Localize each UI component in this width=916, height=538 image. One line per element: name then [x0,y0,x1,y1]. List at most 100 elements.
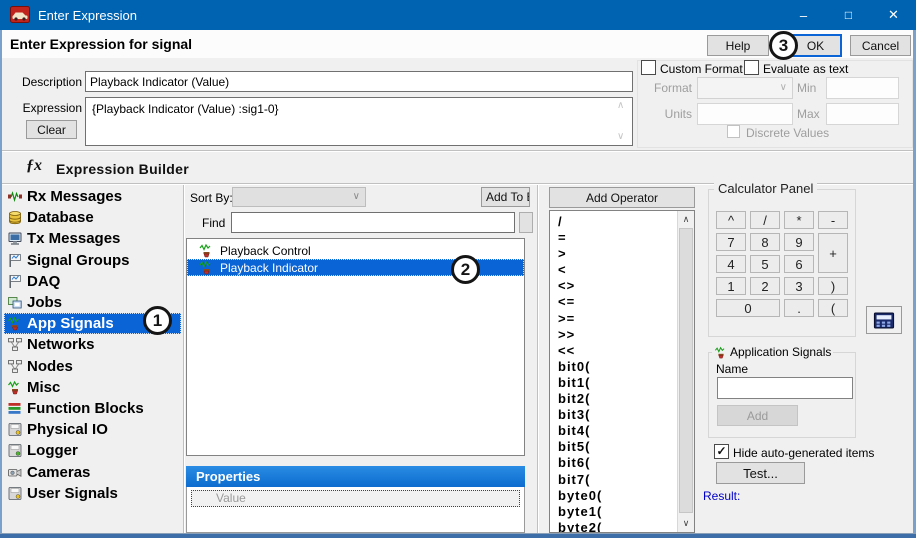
calc-key-0[interactable]: 0 [716,299,780,317]
scroll-down-icon[interactable]: ∨ [617,131,624,142]
sidebar-item-rx-messages[interactable]: Rx Messages [4,186,181,207]
calc-key-3[interactable]: 3 [784,277,814,295]
operator-item[interactable]: bit5( [558,439,677,455]
operator-item[interactable]: bit7( [558,472,677,488]
cancel-button[interactable]: Cancel [850,35,911,56]
sidebar-item-app-signals[interactable]: App Signals [4,313,181,334]
operator-item[interactable]: / [558,214,677,230]
operator-item[interactable]: bit4( [558,423,677,439]
calc-key-4[interactable]: 4 [716,255,746,273]
calc-key-close-paren[interactable]: ) [818,277,848,295]
sidebar-item-label: App Signals [27,315,114,332]
signal-list-item-playback-indicator[interactable]: Playback Indicator [187,259,524,276]
property-row-value[interactable]: Value [191,490,520,507]
operator-item[interactable]: byte0( [558,488,677,504]
result-label: Result: [703,489,740,503]
description-label: Description [8,75,82,89]
operator-item[interactable]: byte1( [558,504,677,520]
calculator-icon [873,312,895,329]
signal-list-item-playback-control[interactable]: Playback Control [187,242,524,259]
scroll-up-icon[interactable]: ∧ [617,100,624,111]
minimize-button[interactable]: – [781,0,826,30]
custom-format-checkbox[interactable]: ✓ [641,60,656,75]
calc-key-6[interactable]: 6 [784,255,814,273]
operator-item[interactable]: <> [558,278,677,294]
operator-item[interactable]: = [558,230,677,246]
application-signals-title: Application Signals [730,345,831,359]
close-button[interactable]: ✕ [871,0,916,30]
sidebar-item-label: Physical IO [27,421,108,438]
operator-item[interactable]: >> [558,327,677,343]
add-to-expression-button[interactable]: Add To Ex [481,187,530,207]
description-input[interactable] [85,71,633,92]
sidebar-item-logger[interactable]: Logger [4,440,181,461]
operator-item[interactable]: byte2( [558,520,677,532]
calc-key-1[interactable]: 1 [716,277,746,295]
calc-key-7[interactable]: 7 [716,233,746,251]
divider [537,185,539,533]
calc-key-power[interactable]: ^ [716,211,746,229]
sidebar-item-tx-messages[interactable]: Tx Messages [4,228,181,249]
operator-item[interactable]: bit0( [558,359,677,375]
operator-item[interactable]: bit1( [558,375,677,391]
window-title: Enter Expression [38,8,137,23]
maximize-button[interactable]: □ [826,0,871,30]
min-label: Min [797,81,816,95]
calculator-popup-button[interactable] [866,306,902,334]
sort-by-dropdown: ∨ [232,187,366,207]
sidebar-item-user-signals[interactable]: User Signals [4,483,181,504]
calc-key-plus[interactable]: + [818,233,848,273]
find-input[interactable] [231,212,515,233]
calc-key-5[interactable]: 5 [750,255,780,273]
hide-auto-generated-checkbox[interactable]: ✓ [714,444,729,459]
clear-button[interactable]: Clear [26,120,77,139]
calc-key-9[interactable]: 9 [784,233,814,251]
sidebar-item-nodes[interactable]: Nodes [4,356,181,377]
units-input [697,103,793,125]
sidebar-item-daq[interactable]: DAQ [4,271,181,292]
test-button[interactable]: Test... [716,462,805,484]
calc-key-8[interactable]: 8 [750,233,780,251]
operator-item[interactable]: << [558,343,677,359]
scroll-up-icon[interactable]: ∧ [678,214,694,225]
operator-item[interactable]: bit6( [558,455,677,471]
calc-key-2[interactable]: 2 [750,277,780,295]
expression-textarea[interactable]: {Playback Indicator (Value) :sig1-0} [85,97,633,146]
sidebar-item-misc[interactable]: Misc [4,377,181,398]
sidebar-item-signal-groups[interactable]: Signal Groups [4,250,181,271]
name-input[interactable] [717,377,853,399]
operator-item[interactable]: >= [558,311,677,327]
operator-item[interactable]: > [558,246,677,262]
database-icon [7,210,23,225]
sidebar-item-function-blocks[interactable]: Function Blocks [4,398,181,419]
operator-item[interactable]: bit3( [558,407,677,423]
calc-key-minus[interactable]: - [818,211,848,229]
expression-builder-title: Expression Builder [56,161,189,177]
signal-list: Playback ControlPlayback Indicator [186,238,525,456]
add-operator-button[interactable]: Add Operator [549,187,695,208]
sidebar-item-label: Function Blocks [27,400,144,417]
operator-item[interactable]: <= [558,294,677,310]
properties-header: Properties [186,466,525,487]
sidebar-item-database[interactable]: Database [4,207,181,228]
sidebar-item-label: Logger [27,442,78,459]
operator-item[interactable]: < [558,262,677,278]
scrollbar-thumb[interactable] [679,228,693,513]
ok-button[interactable]: OK [789,34,842,57]
operator-item[interactable]: bit2( [558,391,677,407]
operator-scrollbar[interactable]: ∧ ∨ [677,211,694,532]
calc-key-decimal[interactable]: . [784,299,814,317]
calc-key-divide[interactable]: / [750,211,780,229]
calc-key-multiply[interactable]: * [784,211,814,229]
evaluate-as-text-checkbox[interactable]: ✓ [744,60,759,75]
scroll-down-icon[interactable]: ∨ [678,518,694,529]
sidebar-item-physical-io[interactable]: Physical IO [4,419,181,440]
sidebar-item-jobs[interactable]: Jobs [4,292,181,313]
sidebar-item-networks[interactable]: Networks [4,334,181,355]
calc-key-open-paren[interactable]: ( [818,299,848,317]
sidebar-item-label: Signal Groups [27,252,130,269]
cameras-icon [7,465,23,480]
help-button[interactable]: Help [707,35,769,56]
sidebar-item-label: Cameras [27,464,90,481]
sidebar-item-cameras[interactable]: Cameras [4,461,181,482]
